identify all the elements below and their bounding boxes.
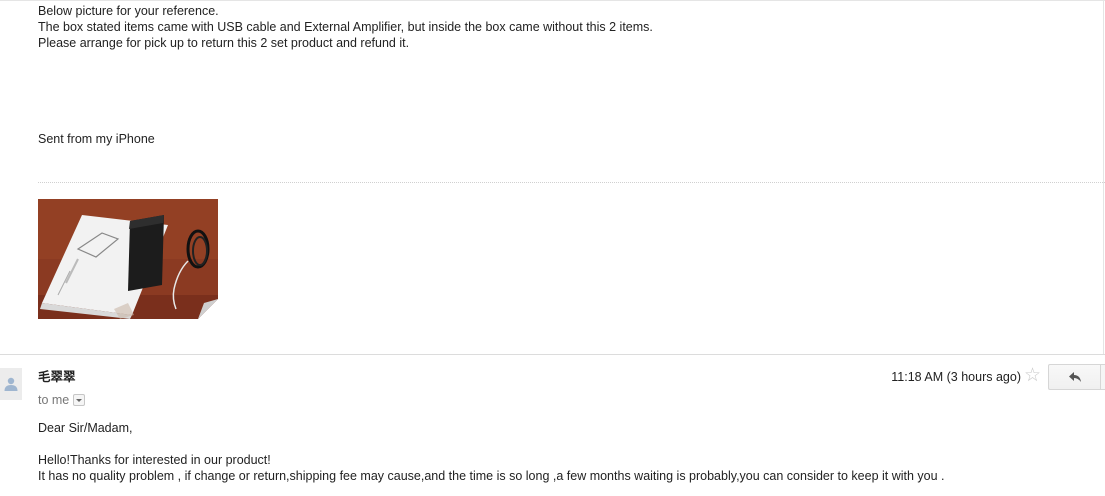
- previous-message-line-3: Please arrange for pick up to return thi…: [38, 36, 410, 50]
- photo-attachment-thumbnail[interactable]: [38, 199, 218, 319]
- reply-arrow-icon: [1069, 372, 1081, 382]
- message-body-line-1: Hello!Thanks for interested in our produ…: [38, 453, 271, 467]
- message-body-line-2: It has no quality problem , if change or…: [38, 469, 945, 483]
- previous-message-signature: Sent from my iPhone: [38, 132, 155, 146]
- more-options-button[interactable]: [1100, 364, 1105, 390]
- reply-button[interactable]: [1048, 364, 1100, 390]
- message-greeting: Dear Sir/Madam,: [38, 421, 133, 435]
- top-divider: [0, 0, 1105, 1]
- sender-name[interactable]: 毛翠翠: [38, 369, 76, 385]
- message-timestamp: 11:18 AM (3 hours ago): [891, 370, 1021, 384]
- star-icon[interactable]: ☆: [1024, 366, 1041, 386]
- previous-message-line-1: Below picture for your reference.: [38, 4, 219, 18]
- recipient-details-toggle[interactable]: to me: [38, 392, 86, 408]
- right-divider: [1103, 0, 1104, 354]
- recipient-label: to me: [38, 393, 70, 407]
- message-separator: [0, 354, 1105, 355]
- avatar: [0, 368, 22, 400]
- quoted-divider: [38, 182, 1105, 183]
- photo-thumbnail-image: [38, 199, 218, 319]
- default-avatar-icon: [4, 377, 18, 391]
- previous-message-line-2: The box stated items came with USB cable…: [38, 20, 653, 34]
- chevron-down-icon[interactable]: [73, 394, 86, 406]
